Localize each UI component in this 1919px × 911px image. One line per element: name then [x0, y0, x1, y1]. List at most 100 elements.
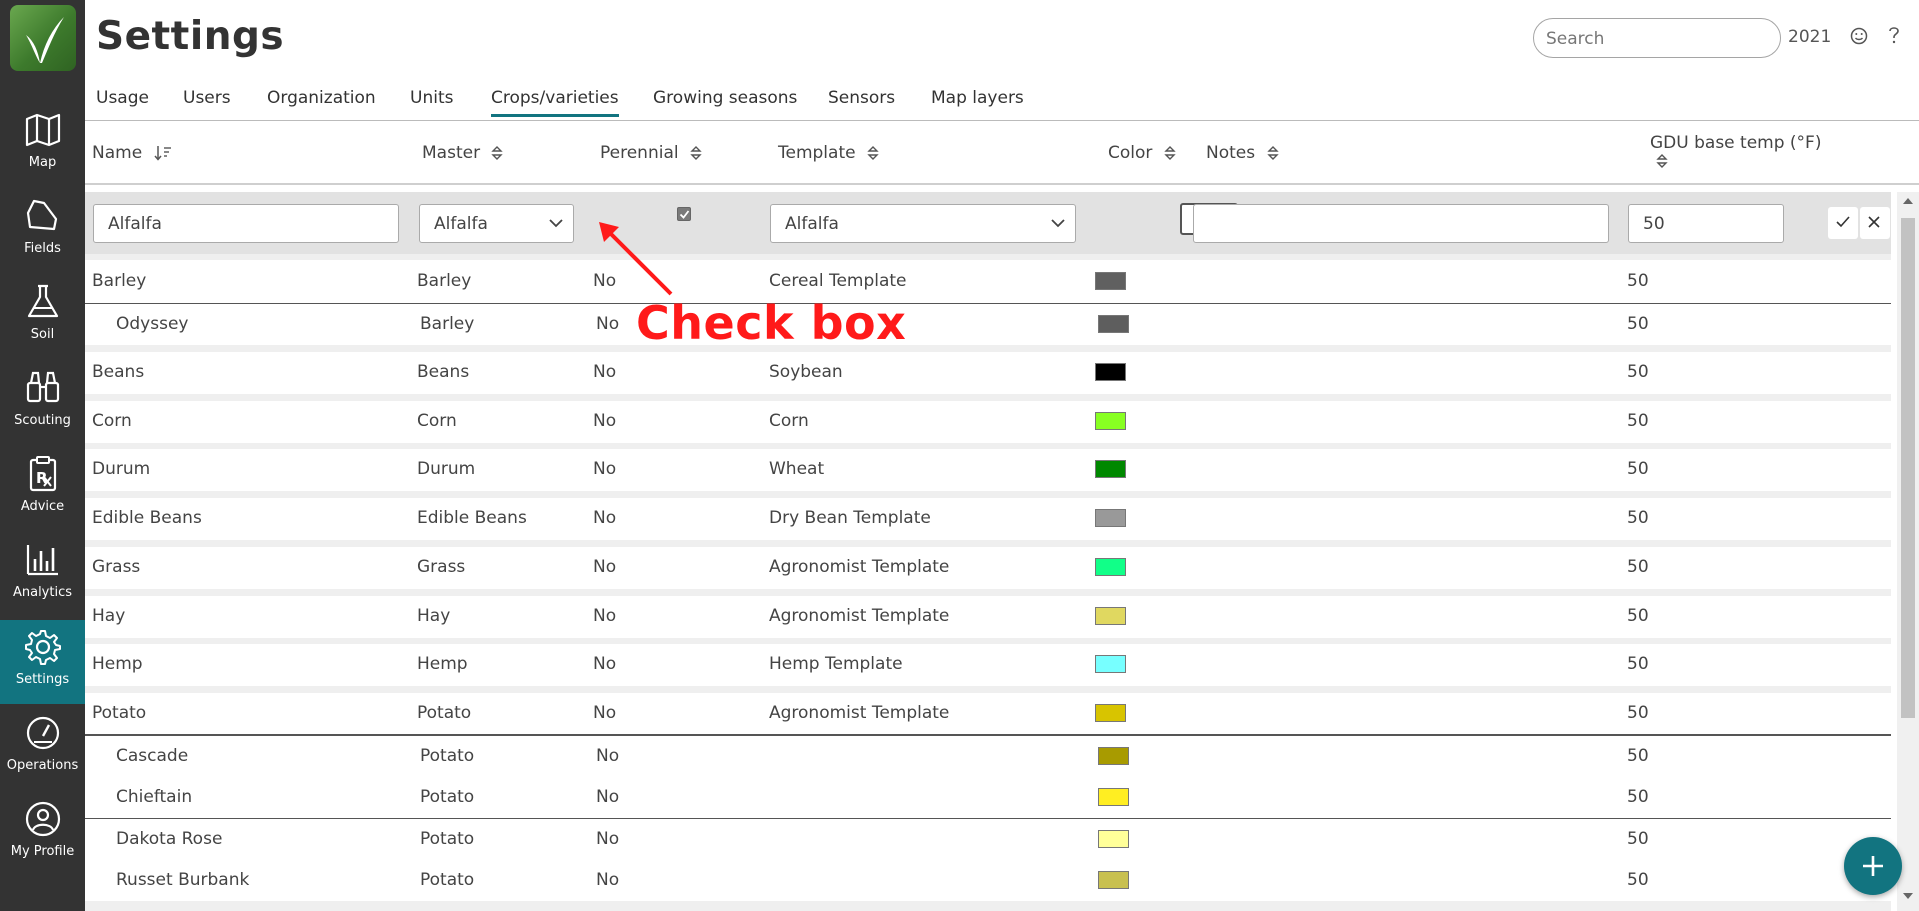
cell-perennial: No [593, 508, 617, 528]
scroll-up-arrow-icon[interactable] [1902, 197, 1914, 205]
sort-icon[interactable] [867, 145, 879, 161]
column-header-color[interactable]: Color [1108, 143, 1176, 163]
column-header-gdu[interactable]: GDU base temp (°F) [1650, 133, 1822, 168]
smiley-icon[interactable] [1850, 27, 1868, 45]
scroll-thumb[interactable] [1901, 218, 1915, 718]
crop-row[interactable]: Hemp Hemp No Hemp Template 50 [85, 644, 1891, 685]
add-crop-button[interactable] [1844, 837, 1902, 895]
tab-growing-seasons[interactable]: Growing seasons [653, 88, 797, 108]
tab-map-layers[interactable]: Map layers [931, 88, 1024, 108]
color-swatch [1095, 558, 1126, 576]
map-icon [25, 113, 61, 147]
cell-name: Grass [92, 557, 141, 577]
help-icon[interactable] [1886, 25, 1902, 45]
variety-row[interactable]: Cascade Potato No 50 [85, 736, 1891, 777]
sidebar-item-analytics[interactable]: Analytics [0, 533, 85, 617]
column-header-master[interactable]: Master [422, 143, 504, 163]
color-swatch [1095, 607, 1126, 625]
color-swatch [1098, 747, 1129, 765]
cell-gdu: 50 [1627, 654, 1649, 674]
cell-gdu: 50 [1627, 459, 1649, 479]
crop-row[interactable]: Beans Beans No Soybean 50 [85, 352, 1891, 393]
cell-name: Beans [92, 362, 145, 382]
gdu-input[interactable] [1628, 204, 1784, 243]
cell-template: Corn [769, 411, 809, 431]
crop-row[interactable]: Corn Corn No Corn 50 [85, 401, 1891, 442]
cell-master: Edible Beans [417, 508, 527, 528]
sidebar-item-settings[interactable]: Settings [0, 620, 85, 704]
sidebar-item-scouting[interactable]: Scouting [0, 361, 85, 445]
leaf-logo[interactable] [10, 5, 76, 71]
crop-row[interactable]: Edible Beans Edible Beans No Dry Bean Templ… [85, 498, 1891, 539]
row-separator [85, 345, 1891, 352]
crop-row[interactable]: Hay Hay No Agronomist Template 50 [85, 596, 1891, 637]
binoculars-icon [26, 371, 60, 403]
search-box[interactable] [1533, 18, 1781, 58]
annotation-arrow-icon [599, 222, 673, 296]
tab-units[interactable]: Units [410, 88, 453, 108]
perennial-checkbox[interactable] [677, 207, 691, 221]
sort-icon[interactable] [690, 145, 702, 161]
color-swatch [1098, 830, 1129, 848]
sidebar-item-operations[interactable]: Operations [0, 706, 85, 790]
column-header-label: Master [422, 143, 481, 163]
column-header-name[interactable]: Name [92, 143, 172, 163]
cell-name: Durum [92, 459, 151, 479]
bar-chart-icon [26, 545, 58, 576]
color-swatch [1095, 412, 1126, 430]
crop-row[interactable]: Durum Durum No Wheat 50 [85, 449, 1891, 490]
column-header-label: Template [778, 143, 856, 163]
crop-row[interactable]: Grass Grass No Agronomist Template 50 [85, 547, 1891, 588]
cell-perennial: No [596, 870, 620, 890]
tab-users[interactable]: Users [183, 88, 231, 108]
page-title: Settings [96, 14, 285, 59]
master-select-value: Alfalfa [434, 214, 488, 234]
header-divider [85, 183, 1919, 185]
variety-row[interactable]: Chieftain Potato No 50 [85, 777, 1891, 818]
sidebar-item-my-profile[interactable]: My Profile [0, 792, 85, 876]
variety-row[interactable]: Russet Burbank Potato No 50 [85, 860, 1891, 901]
scroll-down-arrow-icon[interactable] [1902, 892, 1914, 900]
cell-gdu: 50 [1627, 829, 1649, 849]
sidebar-item-fields[interactable]: Fields [0, 189, 85, 273]
year-selector[interactable]: 2021 [1788, 27, 1831, 47]
variety-row[interactable]: Dakota Rose Potato No 50 [85, 819, 1891, 860]
field-icon [26, 199, 58, 231]
checkmark-icon [1836, 216, 1850, 228]
tab-organization[interactable]: Organization [267, 88, 376, 108]
notes-input[interactable] [1193, 204, 1609, 243]
master-select[interactable]: Alfalfa [419, 204, 574, 243]
cell-template: Agronomist Template [769, 606, 950, 626]
crop-row[interactable]: Potato Potato No Agronomist Template 50 [85, 693, 1891, 734]
template-select[interactable]: Alfalfa [770, 204, 1076, 243]
scrollbar[interactable] [1897, 192, 1919, 911]
tab-crops-varieties[interactable]: Crops/varieties [491, 88, 619, 117]
tab-sensors[interactable]: Sensors [828, 88, 895, 108]
sort-icon[interactable] [1266, 145, 1279, 161]
chevron-down-icon [549, 219, 563, 228]
gear-icon [25, 630, 61, 665]
sort-descending-icon[interactable] [153, 145, 172, 161]
tab-usage[interactable]: Usage [96, 88, 149, 108]
cell-perennial: No [596, 787, 620, 807]
template-select-value: Alfalfa [785, 214, 839, 234]
row-separator [85, 686, 1891, 693]
sort-icon[interactable] [491, 145, 504, 161]
search-input[interactable] [1546, 28, 1766, 50]
variety-row[interactable]: Odyssey Barley No 50 [85, 304, 1891, 345]
color-swatch [1095, 363, 1126, 381]
sidebar-item-map[interactable]: Map [0, 103, 85, 187]
sidebar-item-advice[interactable]: R Advice [0, 447, 85, 531]
sort-icon[interactable] [1656, 153, 1668, 169]
sidebar-item-soil[interactable]: Soil [0, 275, 85, 359]
color-swatch [1095, 509, 1126, 527]
sort-icon[interactable] [1164, 145, 1176, 161]
column-header-template[interactable]: Template [778, 143, 879, 163]
save-row-button[interactable] [1828, 207, 1858, 239]
cancel-row-button[interactable] [1860, 207, 1890, 239]
name-input[interactable] [93, 204, 399, 243]
column-header-notes[interactable]: Notes [1206, 143, 1279, 163]
column-header-perennial[interactable]: Perennial [600, 143, 702, 163]
crop-row[interactable]: Barley Barley No Cereal Template 50 [85, 260, 1891, 303]
column-header-label: GDU base temp (°F) [1650, 133, 1822, 153]
